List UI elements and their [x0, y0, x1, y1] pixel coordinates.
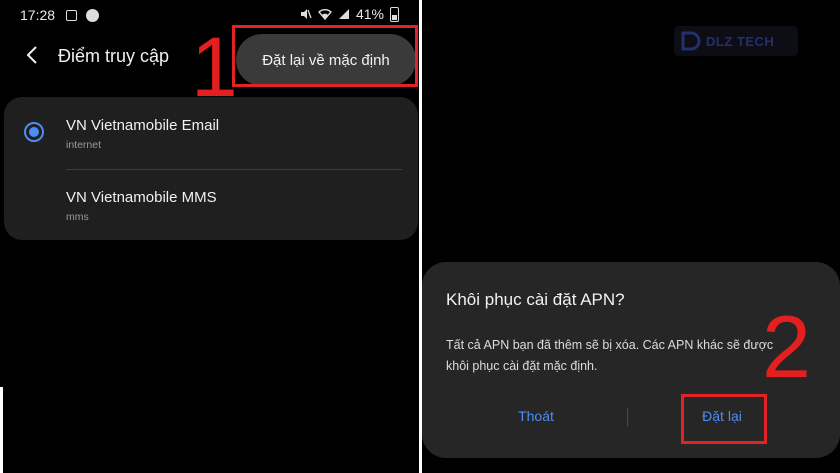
wifi-icon: [317, 9, 332, 20]
step-number-1: 1: [191, 20, 238, 114]
highlight-box-1: [232, 25, 418, 87]
edge-strip: [0, 387, 3, 473]
watermark: DLZ TECH: [674, 26, 798, 56]
apn-type: mms: [66, 211, 89, 223]
dialog-title: Khôi phục cài đặt APN?: [446, 290, 625, 309]
status-icons: 41%: [300, 6, 399, 22]
signal-icon: [338, 9, 349, 19]
radio-selected-icon[interactable]: [24, 122, 44, 142]
messenger-icon: [86, 9, 99, 22]
apn-name: VN Vietnamobile MMS: [66, 189, 217, 206]
battery-icon: [390, 6, 399, 22]
cancel-button[interactable]: Thoát: [496, 408, 576, 424]
gallery-icon: [66, 10, 77, 21]
apn-name: VN Vietnamobile Email: [66, 117, 220, 134]
dialog-message: Tất cả APN bạn đã thêm sẽ bị xóa. Các AP…: [446, 338, 774, 373]
apn-list: VN Vietnamobile Email internet VN Vietna…: [4, 97, 418, 240]
reset-dialog-screen: DLZ TECH Khôi phục cài đặt APN? Tất cả A…: [422, 0, 840, 473]
watermark-text: DLZ TECH: [706, 33, 775, 49]
button-divider: [627, 408, 628, 426]
highlight-box-2: [681, 394, 767, 444]
apn-settings-screen: 17:28 41% Điểm truy cập VN Vietnamobile …: [0, 0, 419, 473]
page-title: Điểm truy cập: [58, 46, 170, 66]
mute-icon: [300, 9, 312, 19]
status-time: 17:28: [20, 7, 56, 23]
apn-type: internet: [66, 139, 102, 151]
battery-percent: 41%: [355, 6, 384, 22]
back-arrow-icon[interactable]: [22, 44, 44, 66]
step-number-2: 2: [762, 297, 811, 396]
apn-item-mms[interactable]: VN Vietnamobile MMS mms: [4, 169, 418, 241]
dlz-logo-icon: [681, 31, 701, 51]
